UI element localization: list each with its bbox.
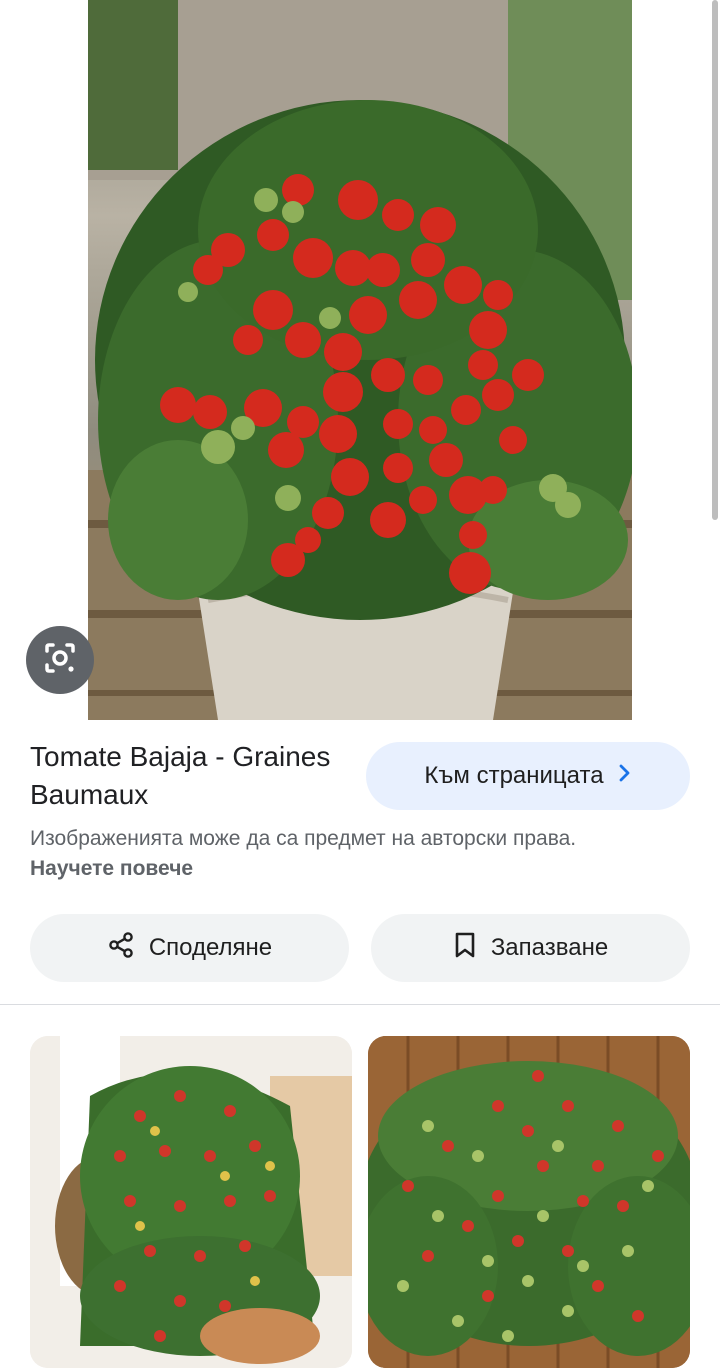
share-button[interactable]: Споделяне: [30, 914, 349, 982]
result-title: Tomate Bajaja - Graines Baumaux: [30, 741, 331, 810]
share-label: Споделяне: [148, 934, 273, 961]
save-button[interactable]: Запазване: [371, 914, 690, 982]
main-image[interactable]: [88, 0, 632, 720]
lens-button[interactable]: [26, 626, 94, 694]
share-icon: [107, 931, 135, 966]
copyright-text: Изображенията може да са предмет на авто…: [30, 827, 577, 850]
divider: [0, 1004, 720, 1005]
visit-page-button[interactable]: Към страницата: [366, 742, 690, 810]
lens-icon: [41, 639, 79, 682]
bookmark-icon: [453, 931, 477, 966]
copyright-note: Изображенията може да са предмет на авто…: [30, 824, 630, 884]
related-image[interactable]: [368, 1036, 690, 1368]
chevron-right-icon: [618, 762, 632, 790]
learn-more-link[interactable]: Научете повече: [30, 857, 193, 880]
scrollbar[interactable]: [712, 0, 718, 520]
visit-page-label: Към страницата: [424, 762, 604, 789]
related-image[interactable]: [30, 1036, 352, 1368]
save-label: Запазване: [490, 934, 609, 961]
